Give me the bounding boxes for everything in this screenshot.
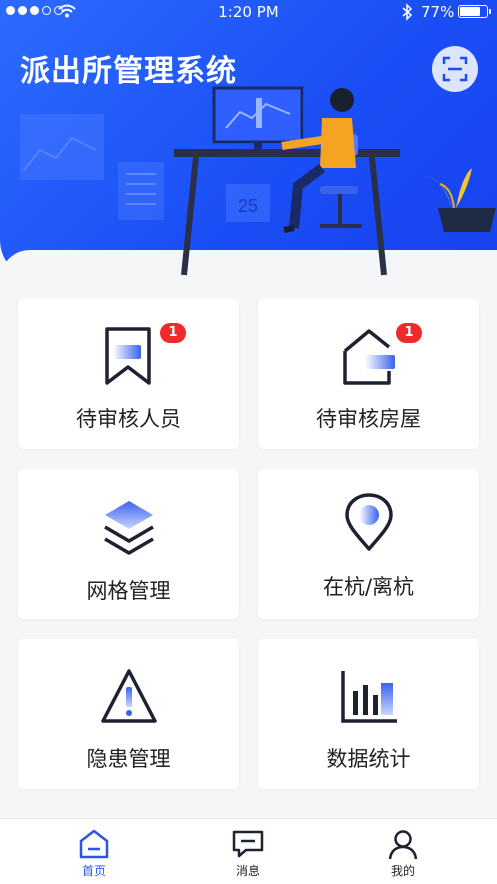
tab-label: 我的 [390,864,415,878]
page-title: 派出所管理系统 [20,54,237,89]
menu-label: 待审核房屋 [316,407,421,431]
tab-label: 消息 [235,864,260,878]
menu-card-pending-houses[interactable]: 1 待审核房屋 [258,299,479,449]
menu-label: 隐患管理 [86,747,171,771]
profile-icon [388,830,418,860]
menu-card-in-out-hangzhou[interactable]: 在杭/离杭 [258,469,479,619]
pending-persons-badge: 1 [160,323,186,343]
tab-label: 首页 [81,864,106,878]
battery-icon [458,5,491,18]
layers-icon [103,501,154,555]
battery-percent: 77% [421,3,455,21]
menu-label: 待审核人员 [76,407,181,431]
bluetooth-icon [402,3,413,21]
warning-icon [100,669,157,723]
office-illustration: 25 [174,86,496,276]
menu-label: 在杭/离杭 [322,575,415,599]
pending-houses-badge: 1 [396,323,422,343]
tab-profile[interactable]: 我的 [343,819,463,884]
menu-label: 数据统计 [326,747,411,771]
tab-bar: 首页 消息 我的 [0,818,497,884]
tab-messages[interactable]: 消息 [188,819,308,884]
menu-card-hazard-management[interactable]: 隐患管理 [18,639,239,789]
calendar-text: 25 [238,196,258,216]
menu-card-statistics[interactable]: 数据统计 [258,639,479,789]
menu-label: 网格管理 [86,579,171,603]
tab-home[interactable]: 首页 [34,819,154,884]
home-icon [79,829,109,859]
message-icon [232,830,264,858]
house-icon [342,329,395,385]
status-bar: 1:20 PM 77% [0,0,497,24]
menu-card-pending-persons[interactable]: 1 待审核人员 [18,299,239,449]
location-pin-icon [344,493,393,551]
menu-card-grid-management[interactable]: 网格管理 [18,469,239,619]
scan-icon [442,56,468,82]
bookmark-person-icon [104,327,151,385]
bar-chart-icon [340,671,397,723]
scan-button[interactable] [432,46,478,92]
calendar-icon: 25 [238,196,258,216]
